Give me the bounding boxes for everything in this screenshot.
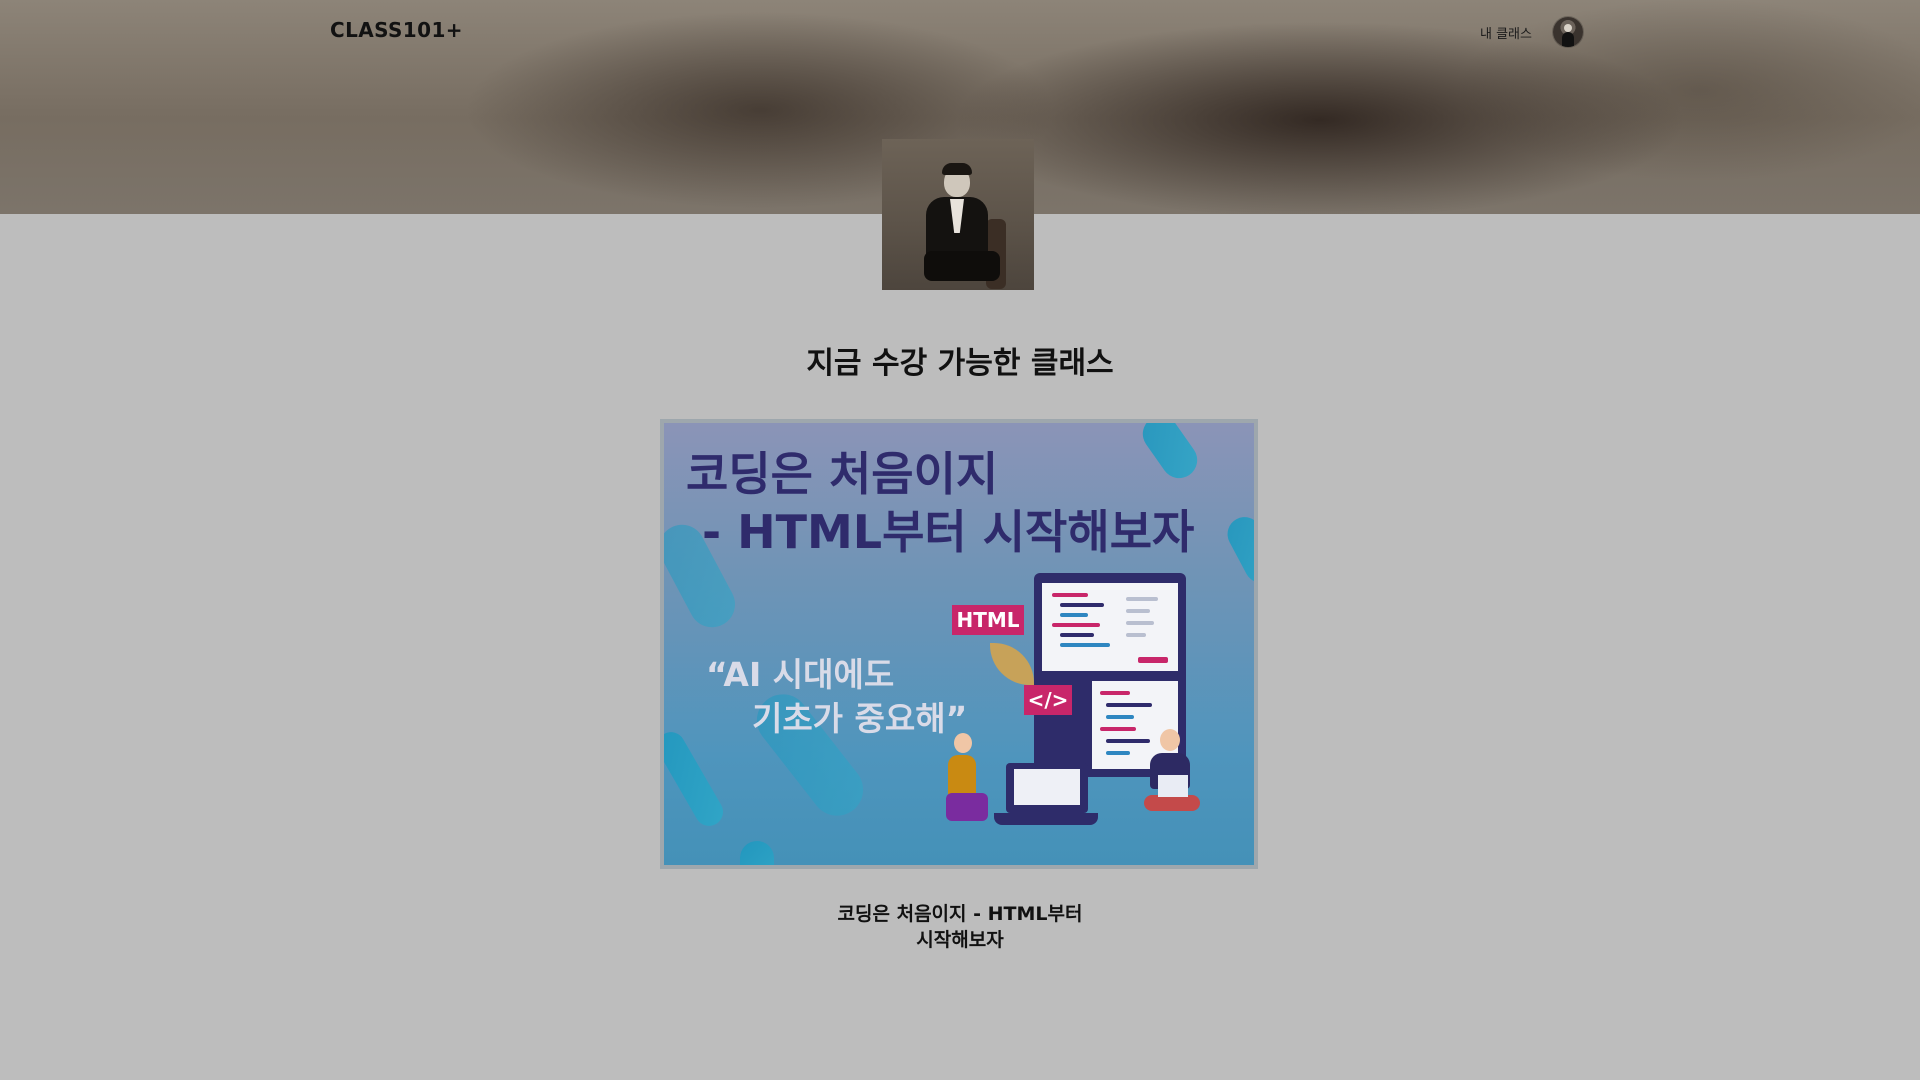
class-name[interactable]: 코딩은 처음이지 - HTML부터 시작해보자	[0, 901, 1920, 953]
hair-shape	[942, 163, 972, 175]
code-line	[1126, 621, 1154, 625]
code-tag-badge: </>	[1024, 685, 1072, 715]
instructor-profile-photo	[882, 139, 1034, 290]
my-class-link[interactable]: 내 클래스	[1480, 23, 1532, 42]
code-line	[1106, 703, 1152, 707]
decorative-stroke	[1221, 511, 1254, 589]
person-right-legs	[1144, 795, 1200, 811]
leaf-icon	[990, 643, 1034, 685]
code-line	[1106, 751, 1130, 755]
decorative-stroke	[740, 841, 774, 865]
code-line	[1060, 643, 1110, 647]
class101-instructor-page: CLASS101+ 내 클래스 지금 수강 가능한 클래스 코딩은 처음이지 -…	[0, 0, 1920, 1080]
person-right-head	[1160, 729, 1180, 751]
person-left-legs	[946, 793, 988, 821]
class-card[interactable]: 코딩은 처음이지 - HTML부터 시작해보자 “AI 시대에도 기초가 중요해…	[660, 419, 1258, 869]
avatar-head-icon	[1564, 24, 1572, 32]
code-line	[1126, 597, 1158, 601]
code-line	[1106, 739, 1150, 743]
code-line	[1060, 613, 1088, 617]
legs-shape	[924, 251, 1000, 281]
brand-logo[interactable]: CLASS101+	[330, 18, 463, 42]
class-thumbnail[interactable]: 코딩은 처음이지 - HTML부터 시작해보자 “AI 시대에도 기초가 중요해…	[664, 423, 1254, 865]
code-line	[1100, 727, 1136, 731]
decorative-stroke	[664, 726, 729, 832]
code-line	[1100, 691, 1130, 695]
code-line	[1060, 603, 1104, 607]
person-right-laptop	[1158, 775, 1188, 797]
person-left-body	[948, 755, 976, 797]
laptop-illustration	[1006, 763, 1088, 813]
code-screen-top	[1042, 583, 1178, 671]
laptop-screen	[1014, 769, 1080, 805]
code-line	[1126, 633, 1146, 637]
code-line	[1138, 657, 1168, 663]
laptop-base	[994, 813, 1098, 825]
user-avatar[interactable]	[1553, 17, 1583, 47]
code-line	[1106, 715, 1134, 719]
code-line	[1052, 593, 1088, 597]
section-title: 지금 수강 가능한 클래스	[806, 346, 1114, 381]
code-line	[1126, 609, 1150, 613]
code-line	[1052, 623, 1100, 627]
html-badge: HTML	[952, 605, 1024, 635]
code-line	[1060, 633, 1094, 637]
avatar-body-icon	[1562, 32, 1574, 47]
person-left-head	[954, 733, 972, 753]
thumbnail-quote: “AI 시대에도 기초가 중요해”	[706, 655, 968, 738]
thumbnail-title: 코딩은 처음이지 - HTML부터 시작해보자	[686, 447, 1195, 559]
